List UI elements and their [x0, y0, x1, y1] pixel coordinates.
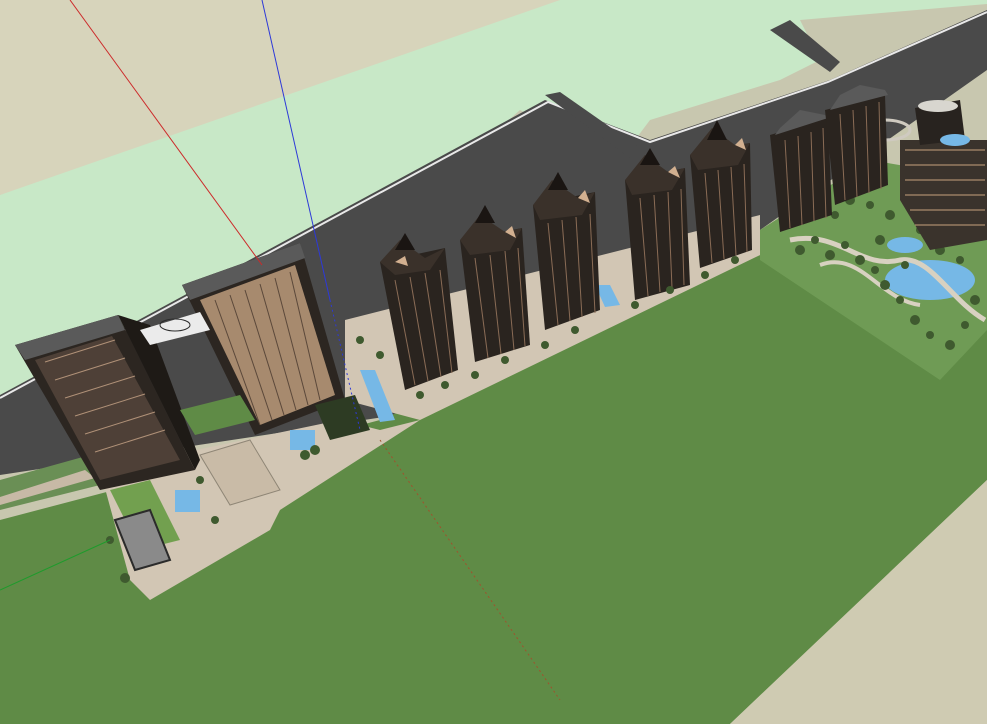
- park-pond: [885, 260, 975, 300]
- 3d-model-viewport[interactable]: [0, 0, 987, 724]
- park-pond-2: [887, 237, 923, 253]
- residential-tower-4: [625, 148, 690, 300]
- scene-canvas[interactable]: [0, 0, 987, 724]
- residential-tower-3: [533, 172, 600, 330]
- plaza-water: [175, 490, 200, 512]
